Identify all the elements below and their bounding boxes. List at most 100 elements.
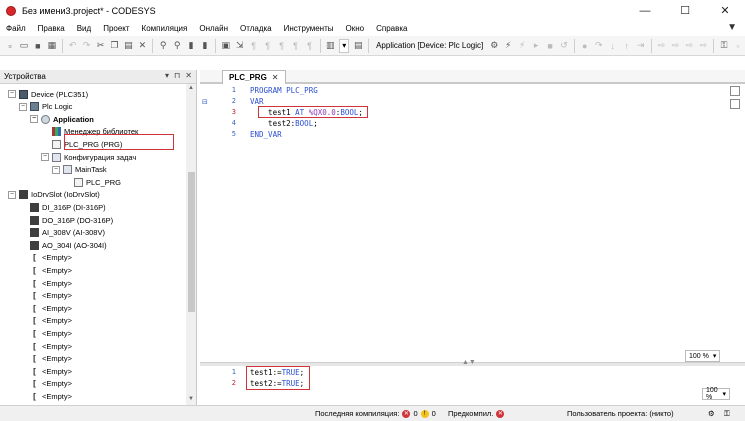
tree-item[interactable]: [<Empty> (19, 353, 72, 365)
open-project-icon[interactable]: ▭ (19, 40, 29, 52)
properties-icon[interactable]: ▤ (353, 40, 363, 52)
flow-control-icon[interactable]: ⇨ (698, 40, 708, 52)
tree-item[interactable]: [<Empty> (19, 327, 72, 339)
menu-window[interactable]: Окно (340, 21, 371, 36)
fold-marker-icon[interactable]: ⊟ (202, 98, 208, 106)
expand-collapse-icon[interactable]: − (19, 102, 27, 111)
tree-item[interactable]: AO_304I (AO-304I) (19, 239, 107, 251)
expand-collapse-icon[interactable]: − (30, 115, 38, 124)
menu-online[interactable]: Онлайн (193, 21, 234, 36)
zoom-dropdown-icon[interactable]: ▾ (722, 390, 726, 398)
undo-icon[interactable]: ↶ (68, 40, 78, 52)
scroll-up-icon[interactable]: ▲ (187, 85, 195, 93)
show-current-icon[interactable]: ⇥ (636, 40, 646, 52)
step-out-icon[interactable]: ↑ (622, 40, 632, 52)
bookmark-icon[interactable]: ▮ (186, 40, 196, 52)
goto-icon[interactable]: ⇲ (235, 40, 245, 52)
panel-pin-icon[interactable]: ⊓ (174, 71, 180, 80)
expand-collapse-icon[interactable]: − (8, 190, 16, 199)
zoom-dropdown-icon[interactable]: ▾ (713, 352, 717, 360)
select-all-icon[interactable]: ▣ (221, 40, 231, 52)
menu-edit[interactable]: Правка (32, 21, 71, 36)
edit-icon-4[interactable]: ¶ (291, 40, 301, 52)
implementation-zoom[interactable]: 100 % ▾ (702, 387, 730, 401)
menu-tools[interactable]: Инструменты (278, 21, 340, 36)
minimize-button[interactable]: — (625, 0, 665, 21)
warning-count[interactable]: 0 (432, 409, 436, 418)
cut-icon[interactable]: ✂ (96, 40, 106, 52)
run-icon[interactable]: ▸ (531, 40, 541, 52)
filter-icon[interactable]: ▼ (727, 22, 737, 33)
panel-close-icon[interactable]: ✕ (185, 71, 192, 80)
bookmark-next-icon[interactable]: ▮ (200, 40, 210, 52)
edit-icon-1[interactable]: ¶ (249, 40, 259, 52)
menu-help[interactable]: Справка (370, 21, 413, 36)
status-security-icon[interactable]: ⚿ (724, 409, 730, 419)
find-icon[interactable]: ⚲ (158, 40, 168, 52)
tree-item[interactable]: [<Empty> (19, 290, 72, 302)
tree-item[interactable]: DI_316P (DI-316P) (19, 201, 106, 213)
print-icon[interactable]: ▦ (47, 40, 57, 52)
expand-collapse-icon[interactable]: − (52, 165, 60, 174)
declaration-editor[interactable]: ⊟ 1 2 3 4 5 PROGRAM PLC_PRG VAR test1 AT… (200, 86, 730, 362)
new-project-icon[interactable]: ▫ (5, 40, 15, 52)
tabular-view-icon[interactable] (730, 99, 740, 109)
edit-icon-3[interactable]: ¶ (277, 40, 287, 52)
tree-item[interactable]: [<Empty> (19, 390, 72, 402)
build-icon[interactable]: ⚙ (489, 40, 499, 52)
declaration-zoom[interactable]: 100 % ▾ (685, 350, 721, 362)
tree-item[interactable]: [<Empty> (19, 365, 72, 377)
paste-icon[interactable]: ▤ (123, 40, 133, 52)
scroll-down-icon[interactable]: ▼ (187, 396, 195, 404)
tab-plc-prg[interactable]: PLC_PRG ✕ (222, 70, 286, 84)
extra-icon[interactable]: ▫ (733, 40, 743, 52)
tree-item[interactable]: DO_316P (DO-316P) (19, 214, 113, 226)
tree-item[interactable]: PLC_PRG (63, 176, 121, 188)
logout-icon[interactable]: ⚡ (517, 40, 527, 52)
view-combo[interactable]: ▾ (339, 38, 350, 53)
menu-project[interactable]: Проект (97, 21, 135, 36)
expand-collapse-icon[interactable]: − (8, 90, 16, 98)
textual-view-icon[interactable] (730, 86, 740, 96)
view-icon[interactable]: ▥ (325, 40, 335, 52)
tree-item[interactable]: − Application (30, 113, 94, 125)
close-button[interactable]: ✕ (705, 0, 745, 21)
expand-collapse-icon[interactable]: − (41, 153, 49, 161)
security-icon[interactable]: ⚿ (719, 40, 729, 52)
login-icon[interactable]: ⚡ (503, 40, 513, 52)
splitter-grip-icon[interactable]: ▲▼ (462, 359, 476, 366)
tree-item[interactable]: AI_308V (AI-308V) (19, 227, 105, 239)
write-values-icon[interactable]: ⇨ (656, 40, 666, 52)
step-over-icon[interactable]: ↷ (594, 40, 604, 52)
scrollbar-thumb[interactable] (188, 172, 195, 312)
menu-view[interactable]: Вид (71, 21, 97, 36)
tree-item[interactable]: [<Empty> (19, 302, 72, 314)
edit-icon-5[interactable]: ¶ (305, 40, 315, 52)
unforce-values-icon[interactable]: ⇨ (684, 40, 694, 52)
tree-item[interactable]: [<Empty> (19, 378, 72, 390)
copy-icon[interactable]: ❐ (110, 40, 120, 52)
panel-menu-icon[interactable]: ▾ (165, 71, 169, 80)
stop-icon[interactable]: ■ (545, 40, 555, 52)
precompile-error-icon[interactable]: ✕ (496, 409, 505, 418)
tree-item[interactable]: − MainTask (52, 164, 107, 176)
tree-item[interactable]: [<Empty> (19, 315, 72, 327)
menu-build[interactable]: Компиляция (136, 21, 194, 36)
menu-file[interactable]: Файл (0, 21, 32, 36)
redo-icon[interactable]: ↷ (82, 40, 92, 52)
tab-close-icon[interactable]: ✕ (272, 73, 279, 82)
edit-icon-2[interactable]: ¶ (263, 40, 273, 52)
breakpoint-icon[interactable]: ● (580, 40, 590, 52)
menu-debug[interactable]: Отладка (234, 21, 278, 36)
tree-item[interactable]: [<Empty> (19, 277, 72, 289)
find-next-icon[interactable]: ⚲ (172, 40, 182, 52)
tree-item[interactable]: [<Empty> (19, 340, 72, 352)
implementation-editor[interactable]: 1 2 test1:=TRUE; test2:=TRUE; 100 % ▾ (200, 366, 730, 405)
save-icon[interactable]: ■ (33, 40, 43, 52)
force-values-icon[interactable]: ⇨ (670, 40, 680, 52)
tree-item[interactable]: − Plc Logic (19, 101, 72, 113)
step-into-icon[interactable]: ↓ (608, 40, 618, 52)
reset-icon[interactable]: ↺ (559, 40, 569, 52)
tree-item[interactable]: − Device (PLC351) (8, 88, 88, 100)
tree-item[interactable]: − Конфигурация задач (41, 151, 136, 163)
